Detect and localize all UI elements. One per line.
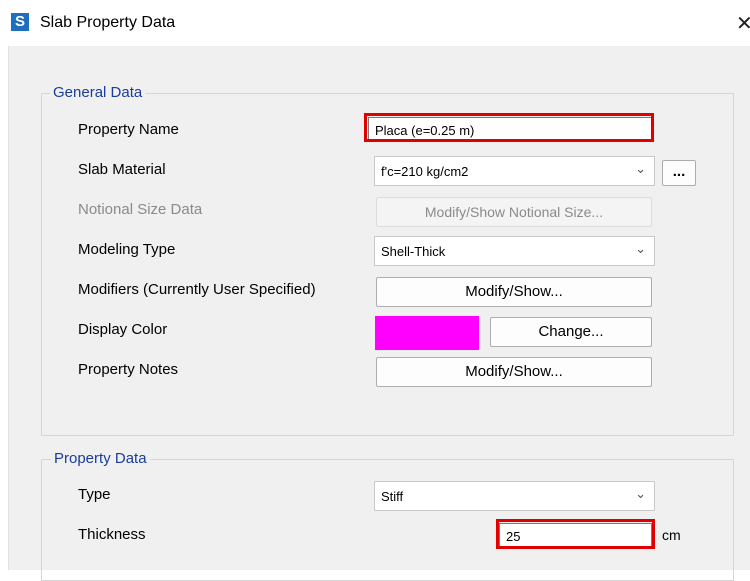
property-name-label: Property Name	[78, 121, 179, 138]
thickness-label: Thickness	[78, 526, 146, 543]
notional-size-label: Notional Size Data	[78, 201, 203, 218]
slab-material-select[interactable]: f'c=210 kg/cm2 ⌄	[374, 156, 655, 186]
app-icon: S	[11, 13, 29, 31]
close-icon[interactable]: ✕	[736, 11, 750, 36]
title-bar: S Slab Property Data ✕	[0, 0, 750, 46]
display-color-swatch	[375, 316, 479, 350]
modeling-type-value: Shell-Thick	[381, 244, 446, 259]
general-data-legend: General Data	[50, 84, 146, 101]
type-value: Stiff	[381, 489, 404, 504]
property-name-highlight	[364, 113, 654, 142]
dialog-edge	[8, 46, 9, 570]
modifiers-button[interactable]: Modify/Show...	[376, 277, 652, 307]
thickness-unit: cm	[662, 527, 681, 543]
window-title: Slab Property Data	[40, 14, 176, 31]
display-color-label: Display Color	[78, 321, 168, 338]
slab-material-value: f'c=210 kg/cm2	[381, 164, 469, 179]
modifiers-label: Modifiers (Currently User Specified)	[78, 281, 316, 298]
modeling-type-label: Modeling Type	[78, 241, 176, 258]
chevron-down-icon: ⌄	[635, 241, 646, 256]
property-notes-button[interactable]: Modify/Show...	[376, 357, 652, 387]
type-select[interactable]: Stiff ⌄	[374, 481, 655, 511]
type-label: Type	[78, 486, 111, 503]
chevron-down-icon: ⌄	[635, 161, 646, 176]
notional-size-button[interactable]: Modify/Show Notional Size...	[376, 197, 652, 227]
property-notes-label: Property Notes	[78, 361, 179, 378]
slab-material-more-button[interactable]: ...	[662, 160, 696, 186]
change-color-button[interactable]: Change...	[490, 317, 652, 347]
slab-material-label: Slab Material	[78, 161, 166, 178]
modeling-type-select[interactable]: Shell-Thick ⌄	[374, 236, 655, 266]
chevron-down-icon: ⌄	[635, 486, 646, 501]
thickness-highlight	[496, 519, 655, 549]
property-data-legend: Property Data	[51, 450, 150, 467]
